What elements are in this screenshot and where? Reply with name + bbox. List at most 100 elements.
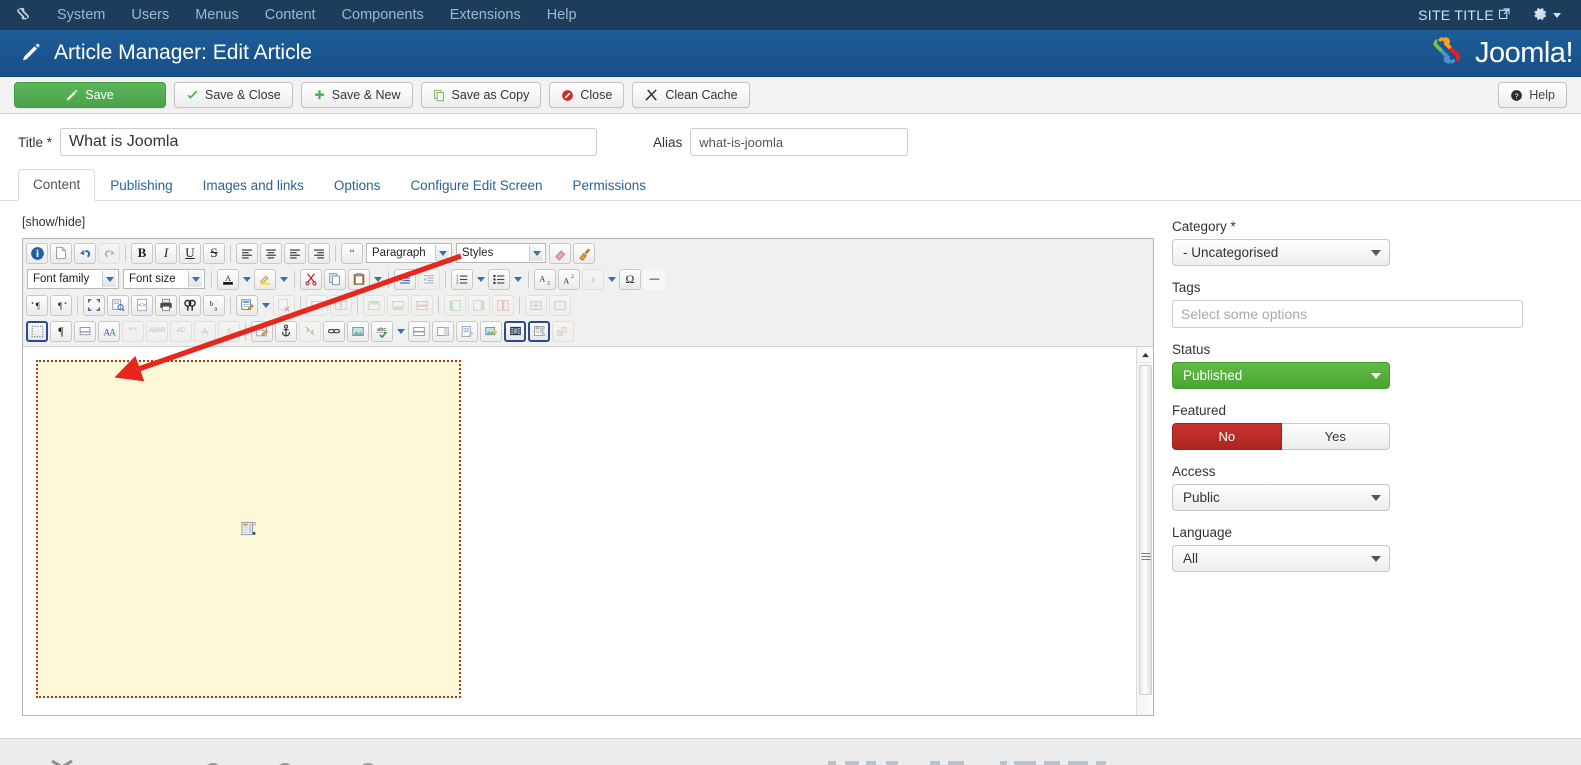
template-chevron-icon[interactable] — [259, 295, 272, 316]
align-justify-icon[interactable] — [308, 242, 330, 264]
status-select[interactable]: Published — [1172, 362, 1390, 389]
menu-item-system[interactable]: System — [44, 3, 118, 27]
indent-icon[interactable] — [418, 268, 440, 290]
copy-icon[interactable] — [324, 268, 346, 290]
tab-options[interactable]: Options — [319, 170, 396, 201]
template-insert-icon[interactable] — [236, 294, 258, 316]
preview-icon[interactable] — [107, 294, 129, 316]
image-icon[interactable] — [347, 320, 369, 342]
insert-col-before-icon[interactable] — [444, 294, 466, 316]
insert-row-after-icon[interactable] — [387, 294, 409, 316]
text-color-icon[interactable]: A — [217, 268, 239, 290]
outdent-icon[interactable] — [394, 268, 416, 290]
access-select[interactable]: Public — [1172, 484, 1390, 511]
media-button-icon[interactable] — [504, 320, 526, 342]
spellchecker-icon[interactable]: abc — [371, 320, 393, 342]
fullscreen-icon[interactable] — [83, 294, 105, 316]
menu-item-content[interactable]: Content — [252, 3, 329, 27]
editor-content-area[interactable] — [23, 347, 1153, 715]
page-break-icon[interactable] — [74, 320, 96, 342]
module-button-icon[interactable] — [528, 320, 550, 342]
spellcheck-abc-icon[interactable]: a — [582, 268, 604, 290]
image-button-icon[interactable] — [480, 320, 502, 342]
italic-icon[interactable]: I — [155, 242, 177, 264]
unordered-list-chevron-icon[interactable] — [511, 269, 524, 290]
ltr-direction-icon[interactable]: ¶ — [26, 294, 48, 316]
insert-text-icon[interactable]: A — [218, 320, 240, 342]
insert-col-after-icon[interactable] — [468, 294, 490, 316]
insert-readmore-icon[interactable] — [408, 320, 430, 342]
tab-permissions[interactable]: Permissions — [558, 170, 662, 201]
menu-item-help[interactable]: Help — [534, 3, 590, 27]
language-select[interactable]: All — [1172, 545, 1390, 572]
font-size-select[interactable]: Font size — [123, 269, 205, 289]
split-cell-icon[interactable] — [525, 294, 547, 316]
bold-icon[interactable]: B — [131, 242, 153, 264]
style-props-icon[interactable]: AA — [98, 320, 120, 342]
delete-row-icon[interactable] — [411, 294, 433, 316]
featured-yes-button[interactable]: Yes — [1281, 423, 1390, 450]
tab-content[interactable]: Content — [18, 169, 96, 201]
underline-icon[interactable]: U — [179, 242, 201, 264]
merge-cell-icon[interactable] — [549, 294, 571, 316]
category-select[interactable]: - Uncategorised — [1172, 239, 1390, 266]
alias-input[interactable] — [690, 128, 909, 156]
visual-aid-icon[interactable] — [26, 320, 48, 342]
close-button[interactable]: Close — [549, 82, 625, 108]
scrollbar-thumb[interactable] — [1139, 365, 1152, 695]
settings-menu-button[interactable] — [1518, 1, 1571, 29]
subscript-icon[interactable]: A2 — [534, 268, 556, 290]
tab-configure-edit-screen[interactable]: Configure Edit Screen — [395, 170, 557, 201]
joomla-logo-icon[interactable] — [12, 4, 34, 26]
unordered-list-icon[interactable] — [488, 268, 510, 290]
table-row-props-icon[interactable] — [306, 294, 328, 316]
delete-text-icon[interactable]: A — [194, 320, 216, 342]
editor-module-placeholder-block[interactable] — [36, 360, 461, 698]
text-color-chevron-icon[interactable] — [240, 269, 253, 290]
tab-publishing[interactable]: Publishing — [95, 170, 187, 201]
blockquote-icon[interactable]: “ — [341, 242, 363, 264]
anchor-icon[interactable] — [275, 320, 297, 342]
search-icon[interactable] — [179, 294, 201, 316]
ordered-list-chevron-icon[interactable] — [474, 269, 487, 290]
highlight-color-icon[interactable] — [254, 268, 276, 290]
remove-format-eraser-icon[interactable] — [549, 242, 571, 264]
redo-icon[interactable] — [98, 242, 120, 264]
paste-chevron-icon[interactable] — [371, 269, 384, 290]
abbreviation-icon[interactable]: ABBR — [146, 320, 168, 342]
align-left-icon[interactable] — [236, 242, 258, 264]
unlink-icon[interactable] — [299, 320, 321, 342]
quote-citation-icon[interactable]: “” — [122, 320, 144, 342]
delete-col-icon[interactable] — [492, 294, 514, 316]
pilcrow-icon[interactable]: ¶ — [50, 320, 72, 342]
save-and-close-button[interactable]: Save & Close — [174, 82, 293, 108]
editor-vertical-scrollbar[interactable] — [1136, 347, 1153, 715]
font-family-select[interactable]: Font family — [27, 269, 119, 289]
horizontal-rule-icon[interactable] — [643, 268, 665, 290]
rtl-direction-icon[interactable]: ¶ — [50, 294, 72, 316]
menu-item-components[interactable]: Components — [329, 3, 437, 27]
ordered-list-icon[interactable]: 123 — [451, 268, 473, 290]
table-cell-props-icon[interactable] — [330, 294, 352, 316]
title-input[interactable] — [60, 128, 598, 156]
print-icon[interactable] — [155, 294, 177, 316]
clean-html-brush-icon[interactable] — [573, 242, 595, 264]
align-center-icon[interactable] — [260, 242, 282, 264]
menu-item-menus[interactable]: Menus — [182, 3, 252, 27]
scroll-up-arrow-icon[interactable] — [1137, 347, 1153, 363]
cut-scissors-icon[interactable] — [300, 268, 322, 290]
show-hide-toggle[interactable]: [show/hide] — [22, 215, 1156, 229]
save-button[interactable]: Save — [14, 82, 166, 108]
clean-cache-button[interactable]: Clean Cache — [632, 82, 750, 108]
source-code-icon[interactable]: <> — [131, 294, 153, 316]
featured-no-button[interactable]: No — [1172, 423, 1282, 450]
acronym-icon[interactable]: AC — [170, 320, 192, 342]
superscript-icon[interactable]: A2 — [558, 268, 580, 290]
paste-icon[interactable] — [348, 268, 370, 290]
menu-item-users[interactable]: Users — [118, 3, 182, 27]
omega-special-char-icon[interactable]: Ω — [619, 268, 641, 290]
spellcheck-chevron-icon[interactable] — [605, 269, 618, 290]
spellchecker-chevron-icon[interactable] — [394, 321, 407, 342]
paragraph-format-select[interactable]: Paragraph — [366, 243, 452, 263]
insert-pagebreak-icon[interactable] — [432, 320, 454, 342]
